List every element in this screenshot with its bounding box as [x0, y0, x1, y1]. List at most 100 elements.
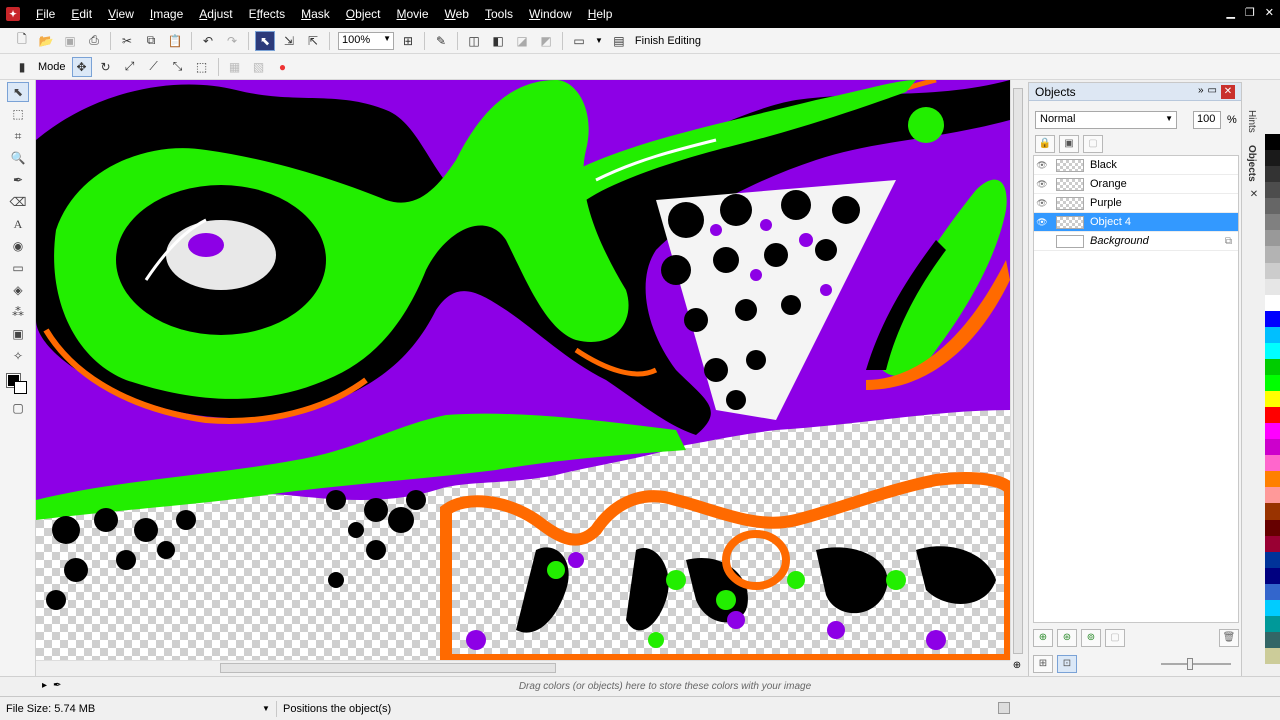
- create-mask-icon[interactable]: ⊞: [1033, 655, 1053, 673]
- menu-web[interactable]: Web: [437, 0, 477, 28]
- rotate-mode-icon[interactable]: ↻: [96, 57, 116, 77]
- zoom-fit-icon[interactable]: ⊞: [398, 31, 418, 51]
- tab-hints[interactable]: Hints: [1244, 106, 1259, 137]
- palette-swatch[interactable]: [1265, 439, 1280, 456]
- layer-row[interactable]: Background ⧉: [1034, 232, 1238, 251]
- color-swatches[interactable]: [6, 373, 29, 396]
- lock-transparency-icon[interactable]: ▣: [1059, 135, 1079, 153]
- merge-mode-select[interactable]: Normal ▼: [1035, 111, 1177, 129]
- menu-window[interactable]: Window: [521, 0, 580, 28]
- mask-mode-icon[interactable]: ◧: [488, 31, 508, 51]
- paste-icon[interactable]: 📋: [165, 31, 185, 51]
- app-logo-icon[interactable]: ✦: [6, 7, 20, 21]
- eye-icon[interactable]: 👁: [1034, 217, 1050, 228]
- close-icon[interactable]: ✕: [1265, 6, 1274, 19]
- menu-view[interactable]: View: [100, 0, 142, 28]
- lock-icon[interactable]: 🔒: [1035, 135, 1055, 153]
- fill-color-icon[interactable]: ▢: [7, 398, 29, 418]
- palette-swatch[interactable]: [1265, 615, 1280, 632]
- palette-swatch[interactable]: [1265, 455, 1280, 472]
- text-tool-icon[interactable]: A: [7, 214, 29, 234]
- reset-transform-icon[interactable]: ▧: [249, 57, 269, 77]
- distort-mode-icon[interactable]: ⤡: [168, 57, 188, 77]
- palette-swatch[interactable]: [1265, 166, 1280, 183]
- horizontal-scroll-thumb[interactable]: [220, 663, 556, 673]
- print-icon[interactable]: ⎙: [84, 31, 104, 51]
- palette-swatch[interactable]: [1265, 374, 1280, 391]
- eye-icon[interactable]: 👁: [1034, 179, 1050, 190]
- cut-icon[interactable]: ✂: [117, 31, 137, 51]
- combine-objects-icon[interactable]: ▢: [1105, 629, 1125, 647]
- palette-swatch[interactable]: [1265, 358, 1280, 375]
- palette-swatch[interactable]: [1265, 519, 1280, 536]
- eraser-tool-icon[interactable]: ⌫: [7, 192, 29, 212]
- object-properties-icon[interactable]: ⊡: [1057, 655, 1077, 673]
- restore-icon[interactable]: ❐: [1245, 6, 1255, 19]
- mask-tool-icon[interactable]: ⬚: [7, 104, 29, 124]
- palette-swatch[interactable]: [1265, 278, 1280, 295]
- palette-swatch[interactable]: [1265, 535, 1280, 552]
- skew-mode-icon[interactable]: ⟋: [144, 57, 164, 77]
- palette-swatch[interactable]: [1265, 599, 1280, 616]
- apply-transform-icon[interactable]: ▦: [225, 57, 245, 77]
- menu-effects[interactable]: Effects: [241, 0, 293, 28]
- mask-invert-icon[interactable]: ◪: [512, 31, 532, 51]
- palette-swatch[interactable]: [1265, 214, 1280, 231]
- opacity-input[interactable]: 100: [1193, 111, 1221, 129]
- palette-swatch[interactable]: [1265, 551, 1280, 568]
- zoom-level-select[interactable]: 100% ▼: [338, 31, 394, 50]
- new-document-icon[interactable]: 🗋: [12, 31, 32, 51]
- redo-icon[interactable]: ↷: [222, 31, 242, 51]
- palette-swatch[interactable]: [1265, 230, 1280, 247]
- menu-movie[interactable]: Movie: [389, 0, 437, 28]
- application-launcher-icon[interactable]: ▭: [569, 31, 589, 51]
- thumbnail-size-slider[interactable]: [1161, 658, 1231, 670]
- document-palette[interactable]: ▸ ✒ Drag colors (or objects) here to sto…: [0, 676, 1280, 696]
- vertical-scrollbar[interactable]: [1010, 80, 1024, 660]
- eyedropper-tool-icon[interactable]: ✒: [7, 170, 29, 190]
- copy-icon[interactable]: ⧉: [141, 31, 161, 51]
- finish-editing-button[interactable]: Finish Editing: [631, 35, 705, 47]
- red-eye-tool-icon[interactable]: ◉: [7, 236, 29, 256]
- effect-tool-icon[interactable]: ▣: [7, 324, 29, 344]
- palette-swatch[interactable]: [1265, 294, 1280, 311]
- horizontal-scrollbar[interactable]: [36, 660, 1010, 674]
- palette-swatch[interactable]: [1265, 503, 1280, 520]
- close-icon[interactable]: ✕: [1244, 189, 1264, 200]
- new-object-from-background-icon[interactable]: ⊛: [1057, 629, 1077, 647]
- palette-swatch[interactable]: [1265, 471, 1280, 488]
- lock-all-icon[interactable]: ▢: [1083, 135, 1103, 153]
- new-object-icon[interactable]: ⊕: [1033, 629, 1053, 647]
- palette-swatch[interactable]: [1265, 391, 1280, 408]
- mask-remove-icon[interactable]: ◩: [536, 31, 556, 51]
- position-mode-icon[interactable]: ✥: [71, 56, 92, 77]
- eye-icon[interactable]: 👁: [1034, 198, 1050, 209]
- effect-brush-icon[interactable]: ✎: [431, 31, 451, 51]
- scale-mode-icon[interactable]: ⤢: [120, 57, 140, 77]
- close-icon[interactable]: ✕: [1221, 84, 1235, 99]
- layer-row[interactable]: 👁 Object 4: [1034, 213, 1238, 232]
- image-canvas[interactable]: [36, 80, 1010, 660]
- slider-knob[interactable]: [1187, 658, 1193, 670]
- menu-edit[interactable]: Edit: [63, 0, 100, 28]
- palette-swatch[interactable]: [1265, 134, 1280, 151]
- palette-swatch[interactable]: [1265, 487, 1280, 504]
- property-bar-menu-icon[interactable]: ▮: [12, 57, 32, 77]
- palette-swatch[interactable]: [1265, 262, 1280, 279]
- import-icon[interactable]: ⇲: [279, 31, 299, 51]
- palette-swatch[interactable]: [1265, 583, 1280, 600]
- palette-swatch[interactable]: [1265, 567, 1280, 584]
- palette-swatch[interactable]: [1265, 182, 1280, 199]
- palette-swatch[interactable]: [1265, 631, 1280, 648]
- palette-swatch[interactable]: [1265, 150, 1280, 167]
- delete-icon[interactable]: 🗑: [1219, 629, 1239, 647]
- finish-editing-icon[interactable]: ▤: [609, 31, 629, 51]
- open-folder-icon[interactable]: 📂: [36, 31, 56, 51]
- menu-mask[interactable]: Mask: [293, 0, 338, 28]
- palette-swatch[interactable]: [1265, 648, 1280, 665]
- menu-tools[interactable]: Tools: [477, 0, 521, 28]
- layer-row[interactable]: 👁 Black: [1034, 156, 1238, 175]
- save-icon[interactable]: ▣: [60, 31, 80, 51]
- background-lock-icon[interactable]: ⧉: [1225, 236, 1232, 247]
- expand-icon[interactable]: »: [1198, 85, 1204, 99]
